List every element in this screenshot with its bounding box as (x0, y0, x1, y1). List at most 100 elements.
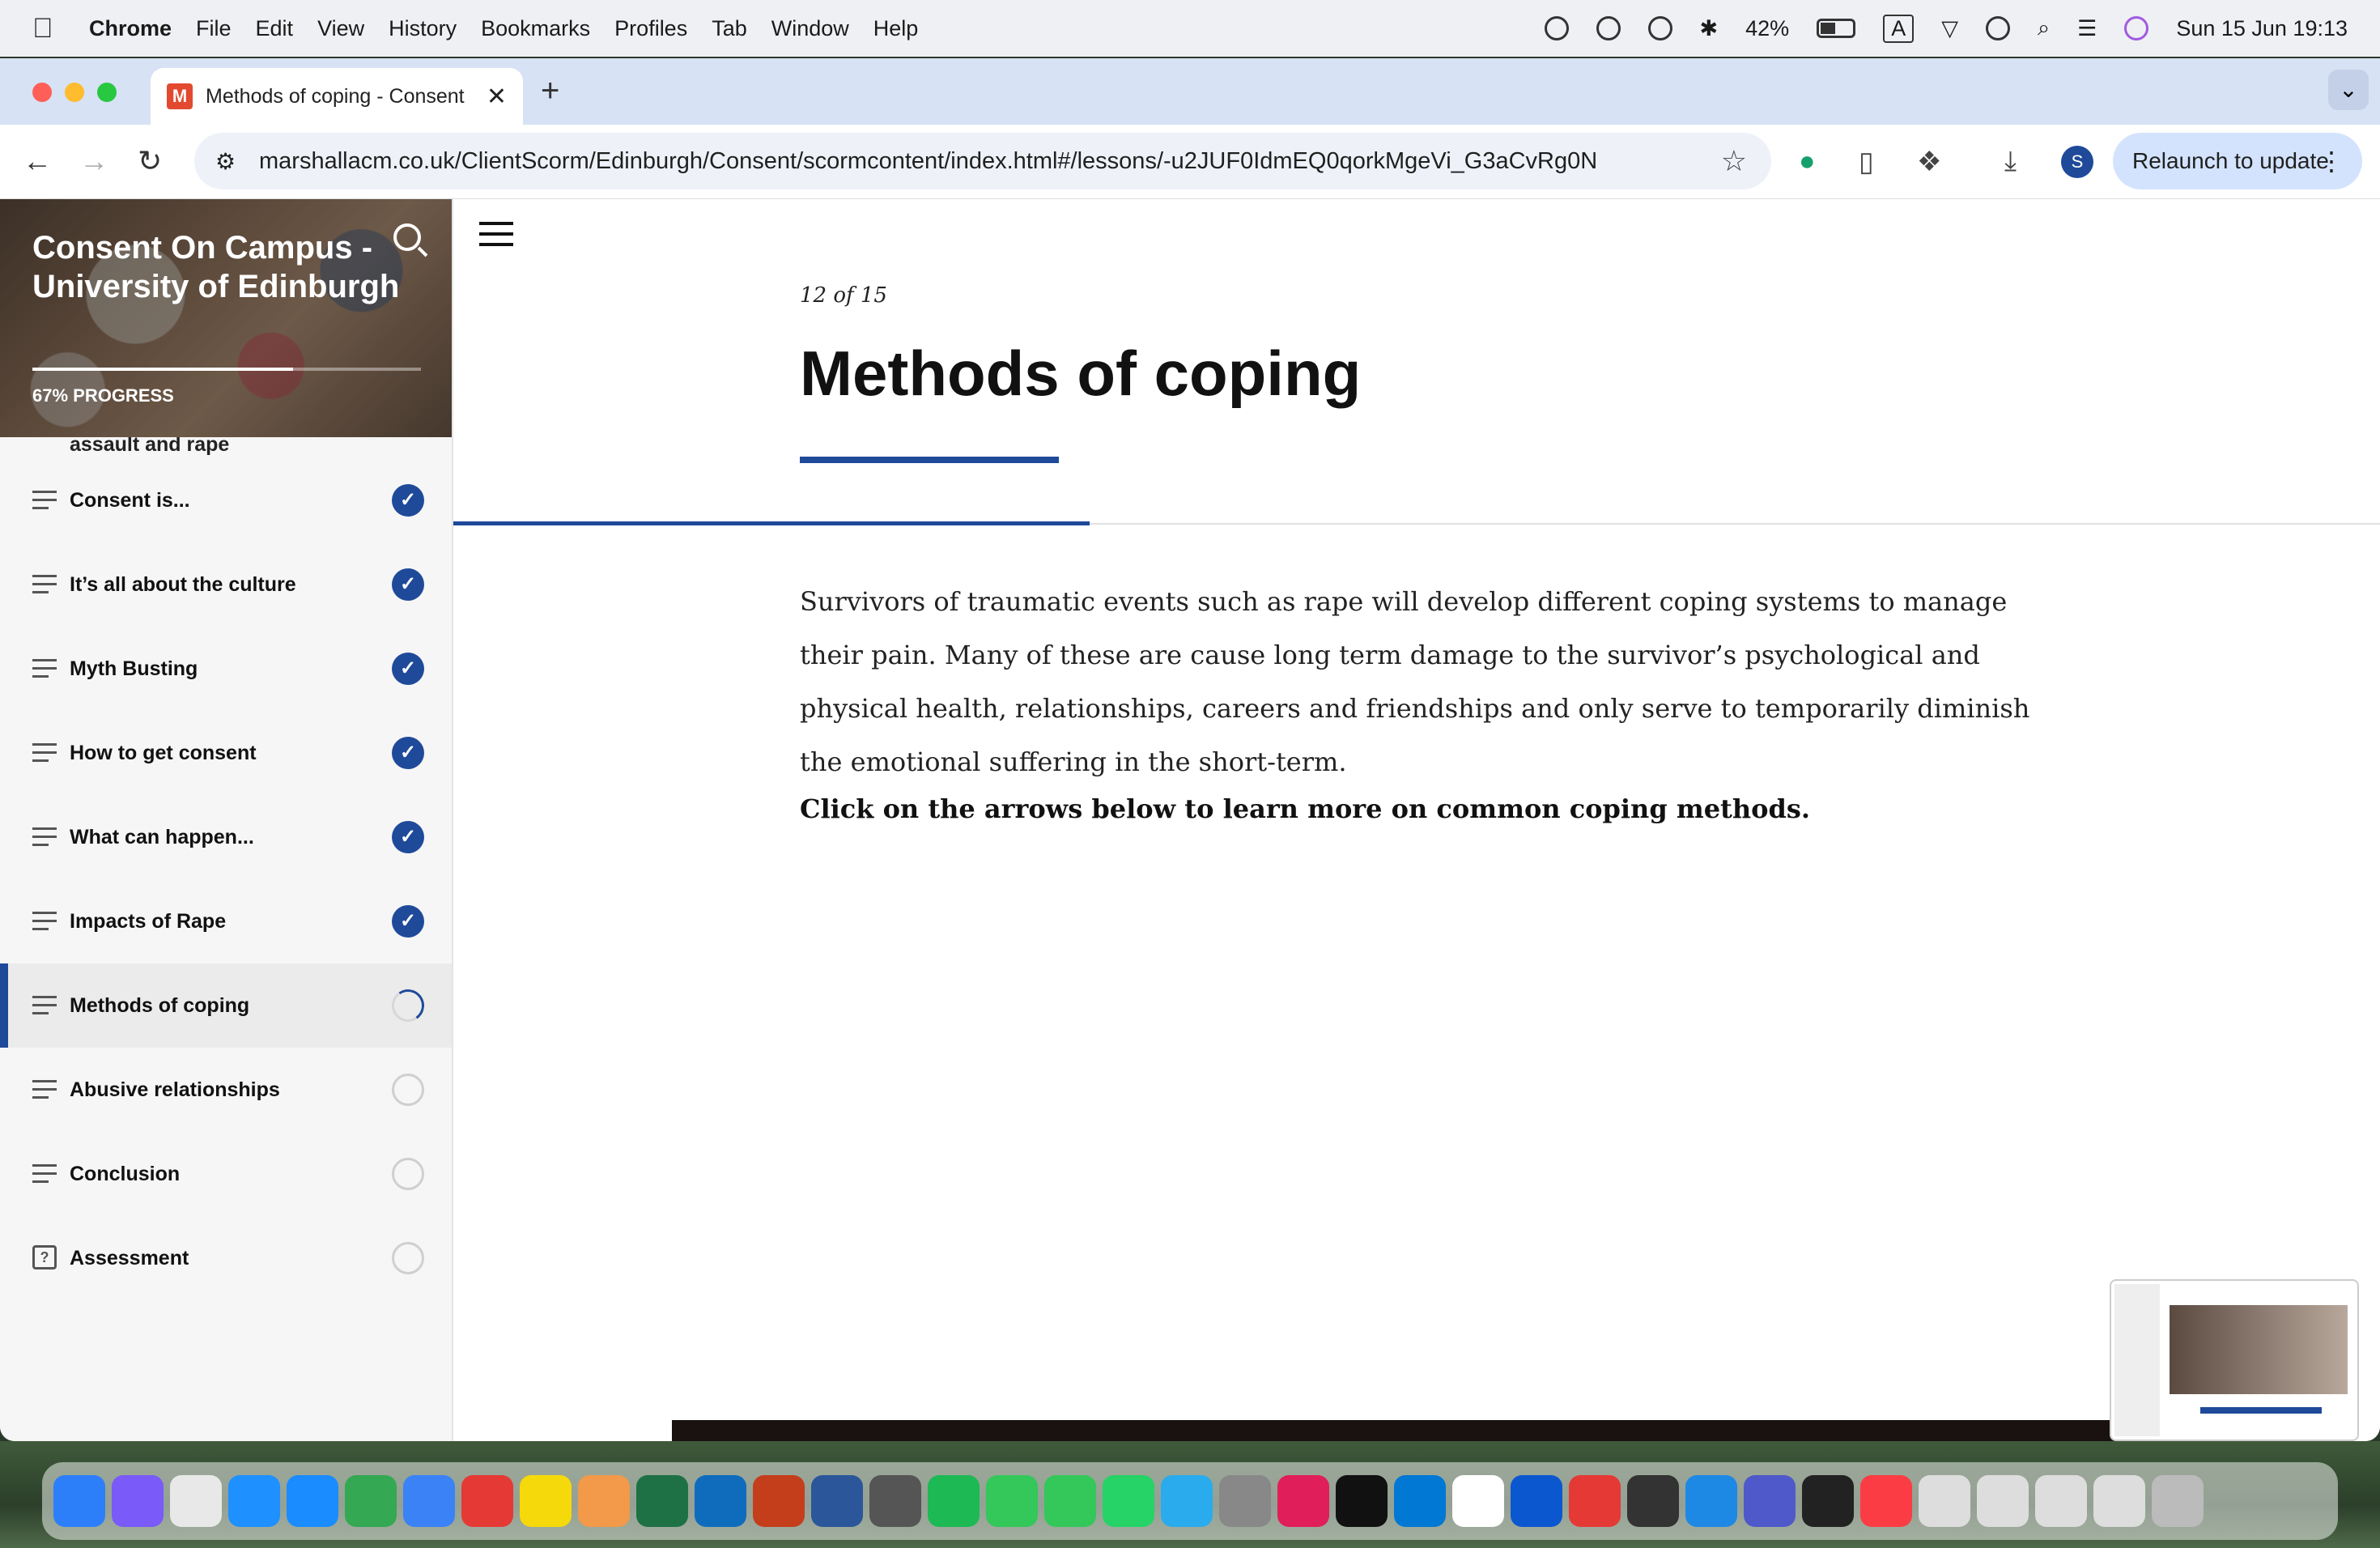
dock-app-icon[interactable] (869, 1475, 921, 1527)
dock-app-icon[interactable] (695, 1475, 746, 1527)
screenshot-thumbnail[interactable] (2110, 1279, 2359, 1441)
lesson-item[interactable]: Consent is... ✓ (0, 458, 452, 542)
dock-app-icon[interactable] (1103, 1475, 1154, 1527)
grammarly-icon[interactable]: ● (1799, 146, 1816, 177)
menu-profiles[interactable]: Profiles (614, 16, 687, 41)
dock-app-icon[interactable] (1511, 1475, 1562, 1527)
dock-app-icon[interactable] (1685, 1475, 1737, 1527)
dock-app-icon[interactable] (578, 1475, 630, 1527)
menu-history[interactable]: History (389, 16, 457, 41)
menu-window[interactable]: Window (771, 16, 849, 41)
dock-app-icon[interactable] (928, 1475, 980, 1527)
clock[interactable]: Sun 15 Jun 19:13 (2176, 16, 2348, 41)
menu-bookmarks[interactable]: Bookmarks (481, 16, 590, 41)
control-center-icon[interactable]: ☰ (2077, 16, 2097, 41)
dock-app-icon[interactable] (1569, 1475, 1621, 1527)
dock-app-icon[interactable] (1919, 1475, 1970, 1527)
lesson-item[interactable]: How to get consent ✓ (0, 711, 452, 795)
time-machine-icon[interactable] (1985, 16, 2010, 40)
menu-edit[interactable]: Edit (256, 16, 294, 41)
active-tab[interactable]: M Methods of coping - Consent ✕ (151, 68, 523, 125)
dock-app-icon[interactable] (1277, 1475, 1329, 1527)
play-icon[interactable] (1647, 16, 1672, 40)
bookmark-star-icon[interactable]: ☆ (1721, 144, 1747, 178)
lesson-item[interactable]: What can happen... ✓ (0, 795, 452, 879)
minimize-window-button[interactable] (65, 83, 84, 102)
lesson-item[interactable]: Methods of coping (0, 963, 452, 1048)
dock-app-icon[interactable] (986, 1475, 1038, 1527)
lesson-item[interactable]: Myth Busting ✓ (0, 627, 452, 711)
site-info-icon[interactable]: ⚙ (215, 148, 236, 175)
zoom-window-button[interactable] (97, 83, 117, 102)
dock-app-icon[interactable] (1219, 1475, 1271, 1527)
lesson-item[interactable]: Conclusion (0, 1132, 452, 1216)
dock-app-icon[interactable] (112, 1475, 164, 1527)
dock-app-icon[interactable] (1336, 1475, 1388, 1527)
dock-app-icon[interactable] (2152, 1475, 2204, 1527)
menu-toggle-icon[interactable] (479, 222, 513, 253)
lesson-item[interactable]: Abusive relationships (0, 1048, 452, 1132)
search-icon[interactable] (393, 223, 421, 251)
menu-tab[interactable]: Tab (712, 16, 747, 41)
dock-app-icon[interactable] (811, 1475, 863, 1527)
window-controls (32, 83, 117, 102)
dock-app-icon[interactable] (1860, 1475, 1912, 1527)
dock-app-icon[interactable] (753, 1475, 805, 1527)
battery-icon[interactable] (1817, 19, 1856, 38)
menu-app-name[interactable]: Chrome (89, 16, 172, 41)
lesson-item[interactable]: ? Assessment (0, 1216, 452, 1300)
dock-app-icon[interactable] (1394, 1475, 1446, 1527)
extensions-icon[interactable]: ❖ (1917, 146, 1941, 178)
menu-file[interactable]: File (196, 16, 232, 41)
wifi-icon[interactable]: ▽ (1941, 16, 1958, 41)
back-button[interactable]: ← (23, 144, 52, 178)
dock-app-icon[interactable] (53, 1475, 105, 1527)
dock-app-icon[interactable] (1044, 1475, 1096, 1527)
dock-app-icon[interactable] (170, 1475, 222, 1527)
close-window-button[interactable] (32, 83, 52, 102)
reload-button[interactable]: ↻ (138, 144, 162, 178)
address-bar[interactable]: ⚙ marshallacm.co.uk/ClientScorm/Edinburg… (194, 133, 1771, 189)
apple-icon[interactable]:  (32, 13, 65, 45)
menu-help[interactable]: Help (873, 16, 919, 41)
spotlight-search-icon[interactable]: ⌕ (2038, 15, 2050, 41)
battery-percent: 42% (1745, 15, 1790, 40)
dock-app-icon[interactable] (287, 1475, 338, 1527)
lesson-item[interactable]: It’s all about the culture ✓ (0, 542, 452, 627)
dock-app-icon[interactable] (1161, 1475, 1213, 1527)
menu-view[interactable]: View (317, 16, 364, 41)
url-text[interactable]: marshallacm.co.uk/ClientScorm/Edinburgh/… (259, 148, 1597, 175)
dock-app-icon[interactable] (1627, 1475, 1679, 1527)
lesson-item[interactable]: Impacts of Rape ✓ (0, 879, 452, 963)
course-sidebar: Consent On Campus - University of Edinbu… (0, 199, 453, 1441)
dock-app-icon[interactable] (1802, 1475, 1854, 1527)
status-icon[interactable] (1544, 16, 1569, 40)
lesson-item-label: It’s all about the culture (70, 572, 296, 596)
dock-app-icon[interactable] (520, 1475, 572, 1527)
dock-app-icon[interactable] (636, 1475, 688, 1527)
dock-app-icon[interactable] (1452, 1475, 1504, 1527)
dock-app-icon[interactable] (345, 1475, 397, 1527)
siri-icon[interactable] (2124, 16, 2149, 40)
dock-app-icon[interactable] (403, 1475, 455, 1527)
course-title: Consent On Campus - University of Edinbu… (32, 230, 400, 304)
forward-button[interactable]: → (79, 144, 108, 178)
dock-app-icon[interactable] (2093, 1475, 2145, 1527)
profile-avatar[interactable]: S (2061, 146, 2093, 178)
dock-app-icon[interactable] (1744, 1475, 1796, 1527)
new-tab-button[interactable]: + (541, 73, 559, 109)
reading-mode-icon[interactable]: ▯ (1859, 146, 1874, 178)
bluetooth-icon[interactable]: ✱ (1700, 16, 1719, 41)
dock-app-icon[interactable] (2035, 1475, 2087, 1527)
tab-search-chevron-icon[interactable]: ⌄ (2328, 70, 2369, 110)
dock-app-icon[interactable] (228, 1475, 280, 1527)
chatgpt-icon[interactable] (1596, 16, 1621, 40)
input-source-icon[interactable]: A (1883, 14, 1915, 43)
relaunch-button[interactable]: Relaunch to update ⋮ (2113, 133, 2362, 189)
close-tab-icon[interactable]: ✕ (487, 83, 507, 111)
dock-app-icon[interactable] (1977, 1475, 2029, 1527)
lesson-item-partial-label[interactable]: assault and rape (0, 434, 452, 458)
dock-app-icon[interactable] (461, 1475, 513, 1527)
downloads-icon[interactable]: ⤓ (2004, 146, 2017, 177)
more-menu-icon[interactable]: ⋮ (2318, 146, 2344, 176)
